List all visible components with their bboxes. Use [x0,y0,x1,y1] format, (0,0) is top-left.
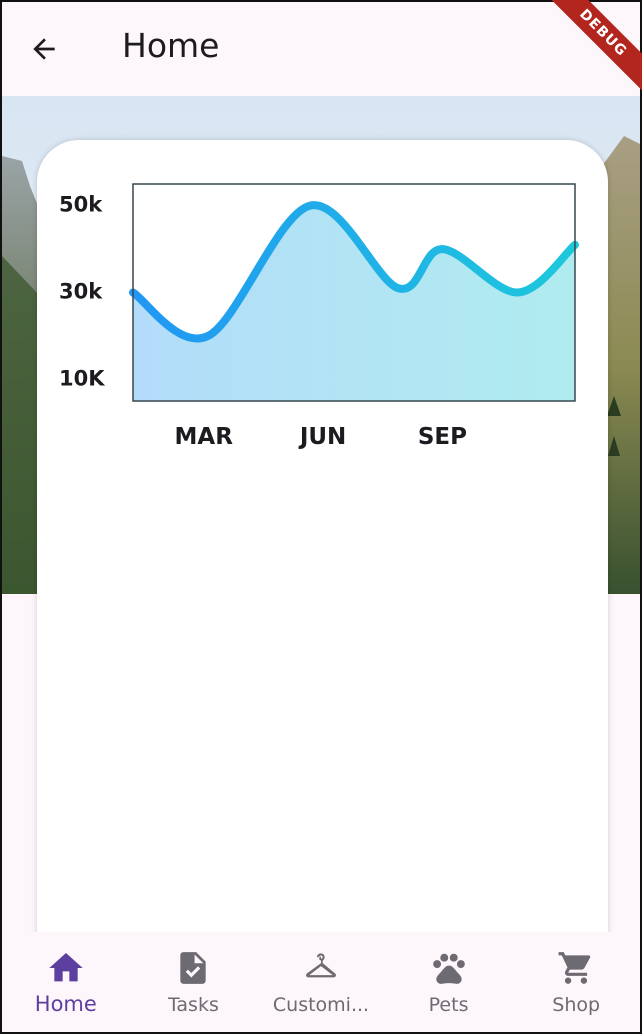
back-button[interactable] [22,27,66,71]
nav-item-pets[interactable]: Pets [385,932,513,1032]
y-tick-label: 30k [59,280,103,304]
x-tick-label: SEP [418,424,467,450]
x-tick-label: JUN [298,424,346,450]
nav-item-tasks[interactable]: Tasks [130,932,258,1032]
y-tick-label: 50k [59,193,103,217]
cart-icon [558,952,591,984]
arrow-back-icon [33,38,55,60]
task-file-icon [180,952,207,984]
nav-label-shop: Shop [552,994,601,1016]
nav-label-tasks: Tasks [167,994,219,1016]
nav-label-customize: Customi... [272,994,370,1016]
y-tick-label: 10K [59,366,105,390]
app-bar: Home [2,2,640,96]
line-chart: 50k 30k 10K MAR JUN SEP [59,183,579,450]
nav-item-home[interactable]: Home [2,932,130,1032]
bottom-navigation-bar: Home Tasks Customi... Pets Shop [2,932,640,1032]
chart-card: 50k 30k 10K MAR JUN SEP [37,140,608,940]
page-title: Home [122,26,220,65]
nav-label-pets: Pets [428,994,469,1016]
nav-item-customize[interactable]: Customi... [257,932,385,1032]
x-tick-label: MAR [175,424,234,450]
nav-label-home: Home [34,992,97,1016]
paw-icon [432,953,465,984]
hanger-icon [306,953,336,978]
nav-item-shop[interactable]: Shop [512,932,640,1032]
home-icon [49,953,83,982]
